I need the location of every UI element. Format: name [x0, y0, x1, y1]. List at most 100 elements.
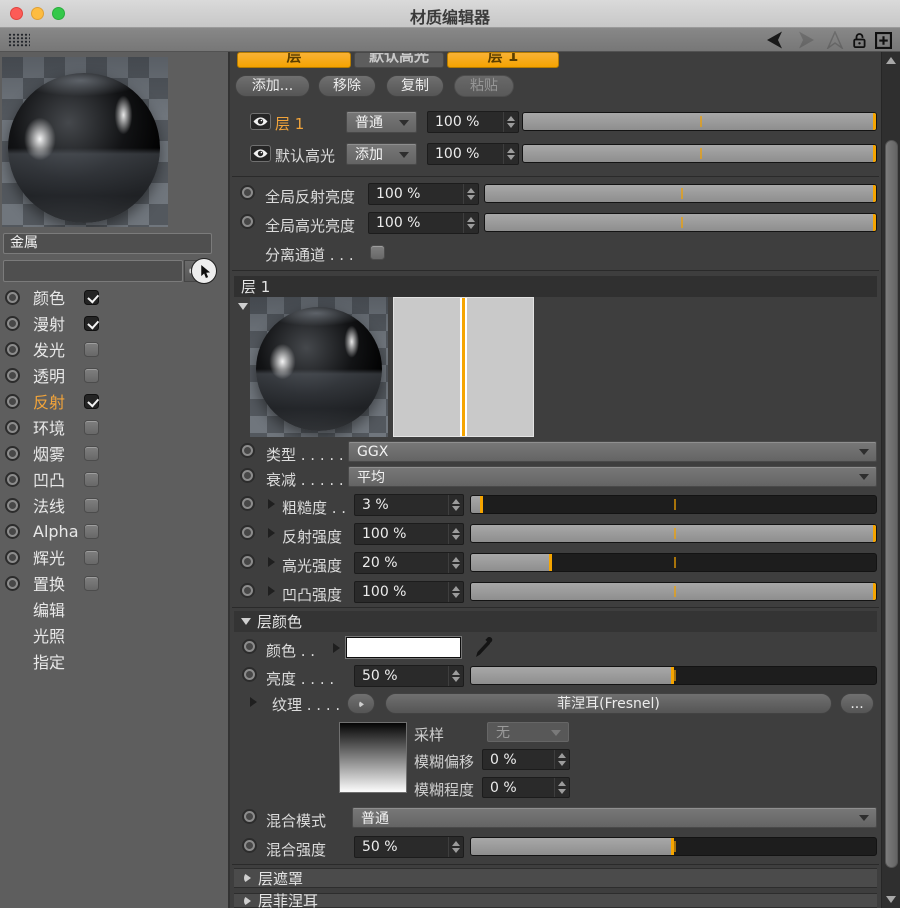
stepper-arrows[interactable]: [448, 553, 463, 573]
layer1-opacity-field[interactable]: 100 %: [427, 111, 519, 133]
material-preview[interactable]: [2, 57, 168, 227]
tab-layers[interactable]: 层: [237, 52, 351, 68]
channel-dot-icon[interactable]: [5, 550, 20, 565]
stepper-arrows[interactable]: [448, 524, 463, 544]
stepper-arrows[interactable]: [463, 213, 478, 233]
channel-dot-icon[interactable]: [5, 316, 20, 331]
copy-layer-button[interactable]: 复制: [386, 75, 444, 97]
channel-row[interactable]: 法线: [0, 492, 228, 518]
channel-row[interactable]: 烟雾: [0, 440, 228, 466]
global-reflection-field[interactable]: 100 %: [368, 183, 479, 205]
global-specular-field[interactable]: 100 %: [368, 212, 479, 234]
expand-triangle-icon[interactable]: [333, 643, 340, 653]
animation-dot-icon[interactable]: [240, 443, 255, 458]
channel-row[interactable]: 置换: [0, 570, 228, 596]
channel-dot-icon[interactable]: [5, 472, 20, 487]
layer-mask-section[interactable]: 层遮罩: [234, 868, 877, 888]
scrollbar-thumb[interactable]: [885, 140, 898, 868]
global-reflection-slider[interactable]: [484, 184, 877, 203]
expand-triangle-icon[interactable]: [250, 697, 257, 707]
layer1-opacity-slider[interactable]: [522, 112, 877, 131]
mix-strength-slider[interactable]: [470, 837, 877, 856]
mix-strength-field[interactable]: 50 %: [354, 836, 464, 858]
texture-expand-button[interactable]: [347, 693, 375, 714]
reflection-strength-slider[interactable]: [470, 524, 877, 543]
dock-grip-icon[interactable]: [8, 33, 30, 47]
type-dropdown[interactable]: GGX: [348, 441, 877, 462]
stepper-arrows[interactable]: [554, 778, 569, 797]
channel-row[interactable]: 辉光: [0, 544, 228, 570]
mix-mode-dropdown[interactable]: 普通: [352, 807, 877, 828]
brightness-field[interactable]: 50 %: [354, 665, 464, 687]
stepper-arrows[interactable]: [463, 184, 478, 204]
channel-checkbox[interactable]: [84, 342, 99, 357]
up-arrow-icon[interactable]: [826, 31, 844, 49]
animation-dot-icon[interactable]: [240, 214, 255, 229]
animation-dot-icon[interactable]: [240, 554, 255, 569]
channel-checkbox[interactable]: [84, 576, 99, 591]
animation-dot-icon[interactable]: [242, 838, 257, 853]
channel-dot-icon[interactable]: [5, 524, 20, 539]
separate-pass-checkbox[interactable]: [370, 245, 385, 260]
roughness-slider[interactable]: [470, 495, 877, 514]
layer-name[interactable]: 默认高光: [275, 145, 335, 166]
tab-layer-1[interactable]: 层 1: [447, 52, 559, 68]
expand-triangle-icon[interactable]: [268, 557, 275, 567]
channel-checkbox[interactable]: [84, 472, 99, 487]
texture-shader-button[interactable]: 菲涅耳(Fresnel): [385, 693, 832, 714]
channel-checkbox[interactable]: [84, 368, 99, 383]
pick-material-button[interactable]: [191, 258, 217, 284]
collapse-triangle-icon[interactable]: [238, 303, 248, 310]
channel-dot-icon[interactable]: [5, 498, 20, 513]
channel-dot-icon[interactable]: [5, 446, 20, 461]
channel-checkbox[interactable]: [84, 498, 99, 513]
expand-triangle-icon[interactable]: [268, 499, 275, 509]
page-item-assign[interactable]: 指定: [0, 648, 228, 674]
stepper-arrows[interactable]: [503, 144, 518, 164]
layer-color-section-header[interactable]: 层颜色: [234, 611, 877, 632]
color-swatch[interactable]: [346, 637, 461, 658]
specular-visibility-toggle[interactable]: [250, 145, 271, 162]
specular-opacity-slider[interactable]: [522, 144, 877, 163]
layer-fresnel-gradient-thumb[interactable]: [393, 297, 534, 437]
eyedropper-icon[interactable]: [473, 635, 495, 659]
channel-dot-icon[interactable]: [5, 420, 20, 435]
channel-dot-icon[interactable]: [5, 290, 20, 305]
global-specular-slider[interactable]: [484, 213, 877, 232]
animation-dot-icon[interactable]: [240, 496, 255, 511]
channel-row[interactable]: Alpha: [0, 518, 228, 544]
material-name-field[interactable]: 金属: [3, 233, 212, 254]
stepper-arrows[interactable]: [448, 666, 463, 686]
channel-checkbox[interactable]: [84, 316, 99, 331]
texture-browse-button[interactable]: ...: [840, 693, 874, 714]
reflection-strength-field[interactable]: 100 %: [354, 523, 464, 545]
remove-layer-button[interactable]: 移除: [318, 75, 376, 97]
channel-row[interactable]: 发光: [0, 336, 228, 362]
brightness-slider[interactable]: [470, 666, 877, 685]
channel-checkbox[interactable]: [84, 394, 99, 409]
animation-dot-icon[interactable]: [240, 468, 255, 483]
lock-icon[interactable]: [853, 31, 866, 49]
specular-opacity-field[interactable]: 100 %: [427, 143, 519, 165]
channel-row[interactable]: 环境: [0, 414, 228, 440]
channel-checkbox[interactable]: [84, 550, 99, 565]
add-panel-icon[interactable]: [875, 32, 892, 49]
channel-row-reflectance[interactable]: 反射: [0, 388, 228, 414]
animation-dot-icon[interactable]: [240, 583, 255, 598]
layer-name[interactable]: 层 1: [275, 113, 304, 134]
stepper-arrows[interactable]: [448, 495, 463, 515]
search-input[interactable]: [3, 260, 183, 282]
channel-checkbox[interactable]: [84, 524, 99, 539]
channel-row[interactable]: 颜色: [0, 284, 228, 310]
blur-offset-field[interactable]: 0 %: [482, 749, 570, 770]
layer-preview-sphere-thumb[interactable]: [250, 297, 388, 437]
bump-strength-slider[interactable]: [470, 582, 877, 601]
specular-blend-mode-dropdown[interactable]: 添加: [346, 143, 417, 165]
add-layer-button[interactable]: 添加...: [235, 75, 310, 97]
stepper-arrows[interactable]: [448, 582, 463, 602]
channel-dot-icon[interactable]: [5, 394, 20, 409]
channel-row[interactable]: 凹凸: [0, 466, 228, 492]
channel-dot-icon[interactable]: [5, 368, 20, 383]
channel-checkbox[interactable]: [84, 420, 99, 435]
channel-dot-icon[interactable]: [5, 342, 20, 357]
